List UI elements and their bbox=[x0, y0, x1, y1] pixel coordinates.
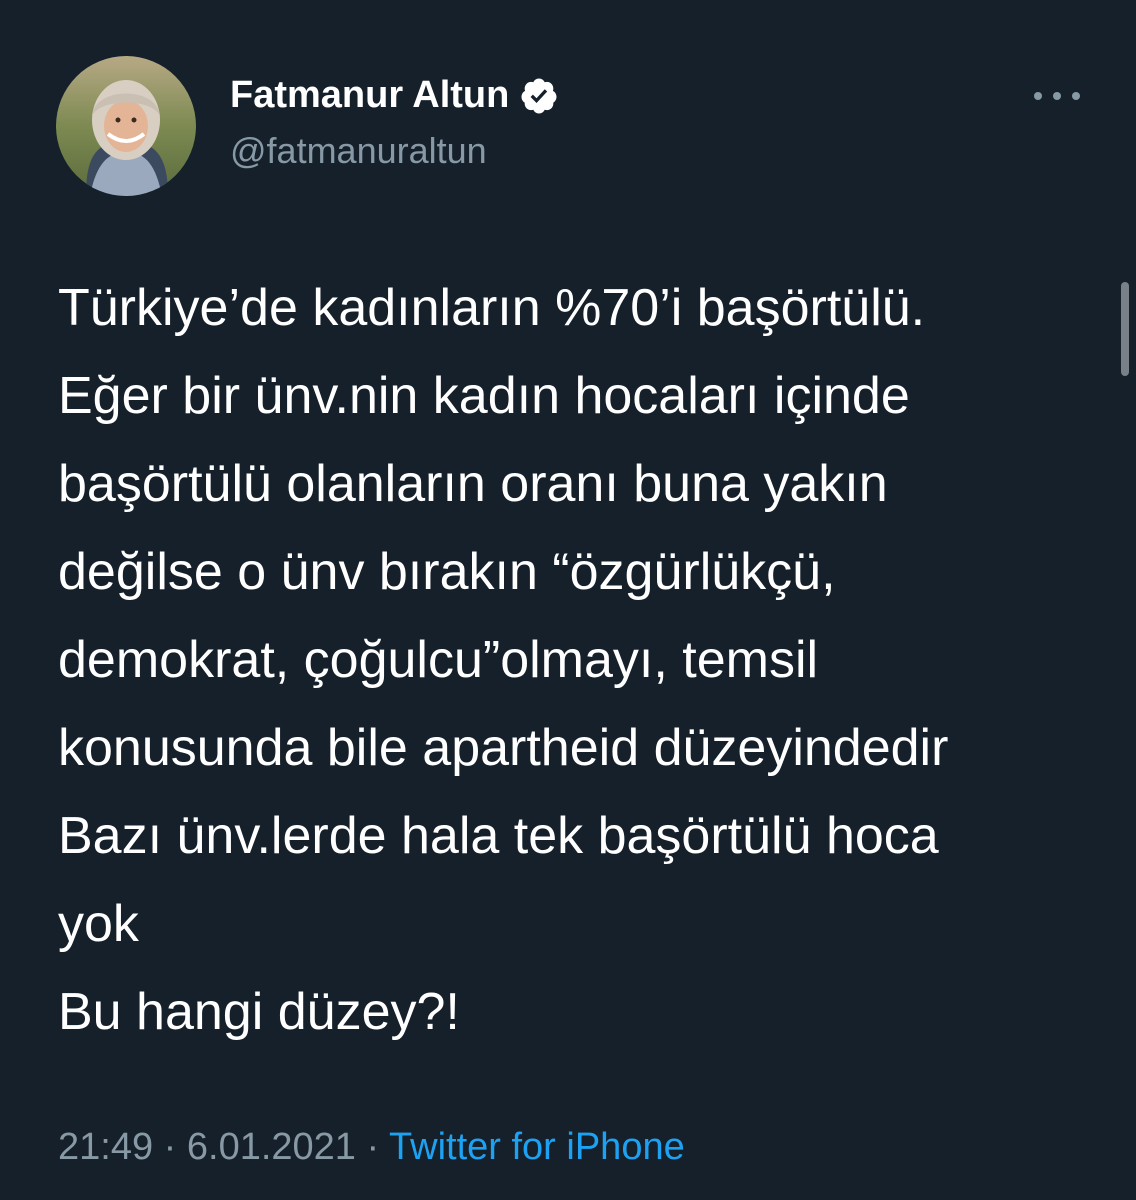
more-dot bbox=[1072, 92, 1080, 100]
tweet-line: Bazı ünv.lerde hala tek başörtülü hoca bbox=[58, 807, 939, 865]
avatar-photo bbox=[56, 56, 196, 196]
display-name[interactable]: Fatmanur Altun bbox=[230, 74, 559, 117]
tweet-line: demokrat, çoğulcu”olmayı, temsil bbox=[58, 631, 819, 689]
tweet-metadata: 21:49 · 6.01.2021 · Twitter for iPhone bbox=[58, 1126, 685, 1169]
meta-separator: · bbox=[355, 1126, 390, 1168]
tweet-source-link[interactable]: Twitter for iPhone bbox=[389, 1126, 685, 1168]
meta-separator: · bbox=[153, 1126, 187, 1168]
avatar[interactable] bbox=[56, 56, 196, 196]
tweet-line: Türkiye’de kadınların %70’i başörtülü. bbox=[58, 279, 926, 337]
tweet-line: değilse o ünv bırakın “özgürlükçü, bbox=[58, 543, 836, 601]
more-dot bbox=[1034, 92, 1042, 100]
tweet-line: başörtülü olanların oranı buna yakın bbox=[58, 455, 888, 513]
more-options-icon[interactable] bbox=[1034, 78, 1080, 114]
user-handle[interactable]: @fatmanuraltun bbox=[230, 130, 487, 172]
tweet-detail: Fatmanur Altun @fatmanuraltun Türkiye’de… bbox=[0, 0, 1136, 1200]
tweet-line: konusunda bile apartheid düzeyindedir bbox=[58, 719, 949, 777]
tweet-time[interactable]: 21:49 bbox=[58, 1126, 153, 1168]
display-name-text: Fatmanur Altun bbox=[230, 74, 510, 116]
tweet-line: Eğer bir ünv.nin kadın hocaları içinde bbox=[58, 367, 910, 425]
tweet-line: yok bbox=[58, 895, 139, 953]
tweet-date[interactable]: 6.01.2021 bbox=[187, 1126, 356, 1168]
more-dot bbox=[1053, 92, 1061, 100]
tweet-line: Bu hangi düzey?! bbox=[58, 983, 460, 1041]
tweet-text: Türkiye’de kadınların %70’i başörtülü. E… bbox=[58, 264, 1078, 1056]
verified-badge-icon bbox=[521, 78, 557, 113]
scrollbar-thumb[interactable] bbox=[1121, 282, 1129, 376]
